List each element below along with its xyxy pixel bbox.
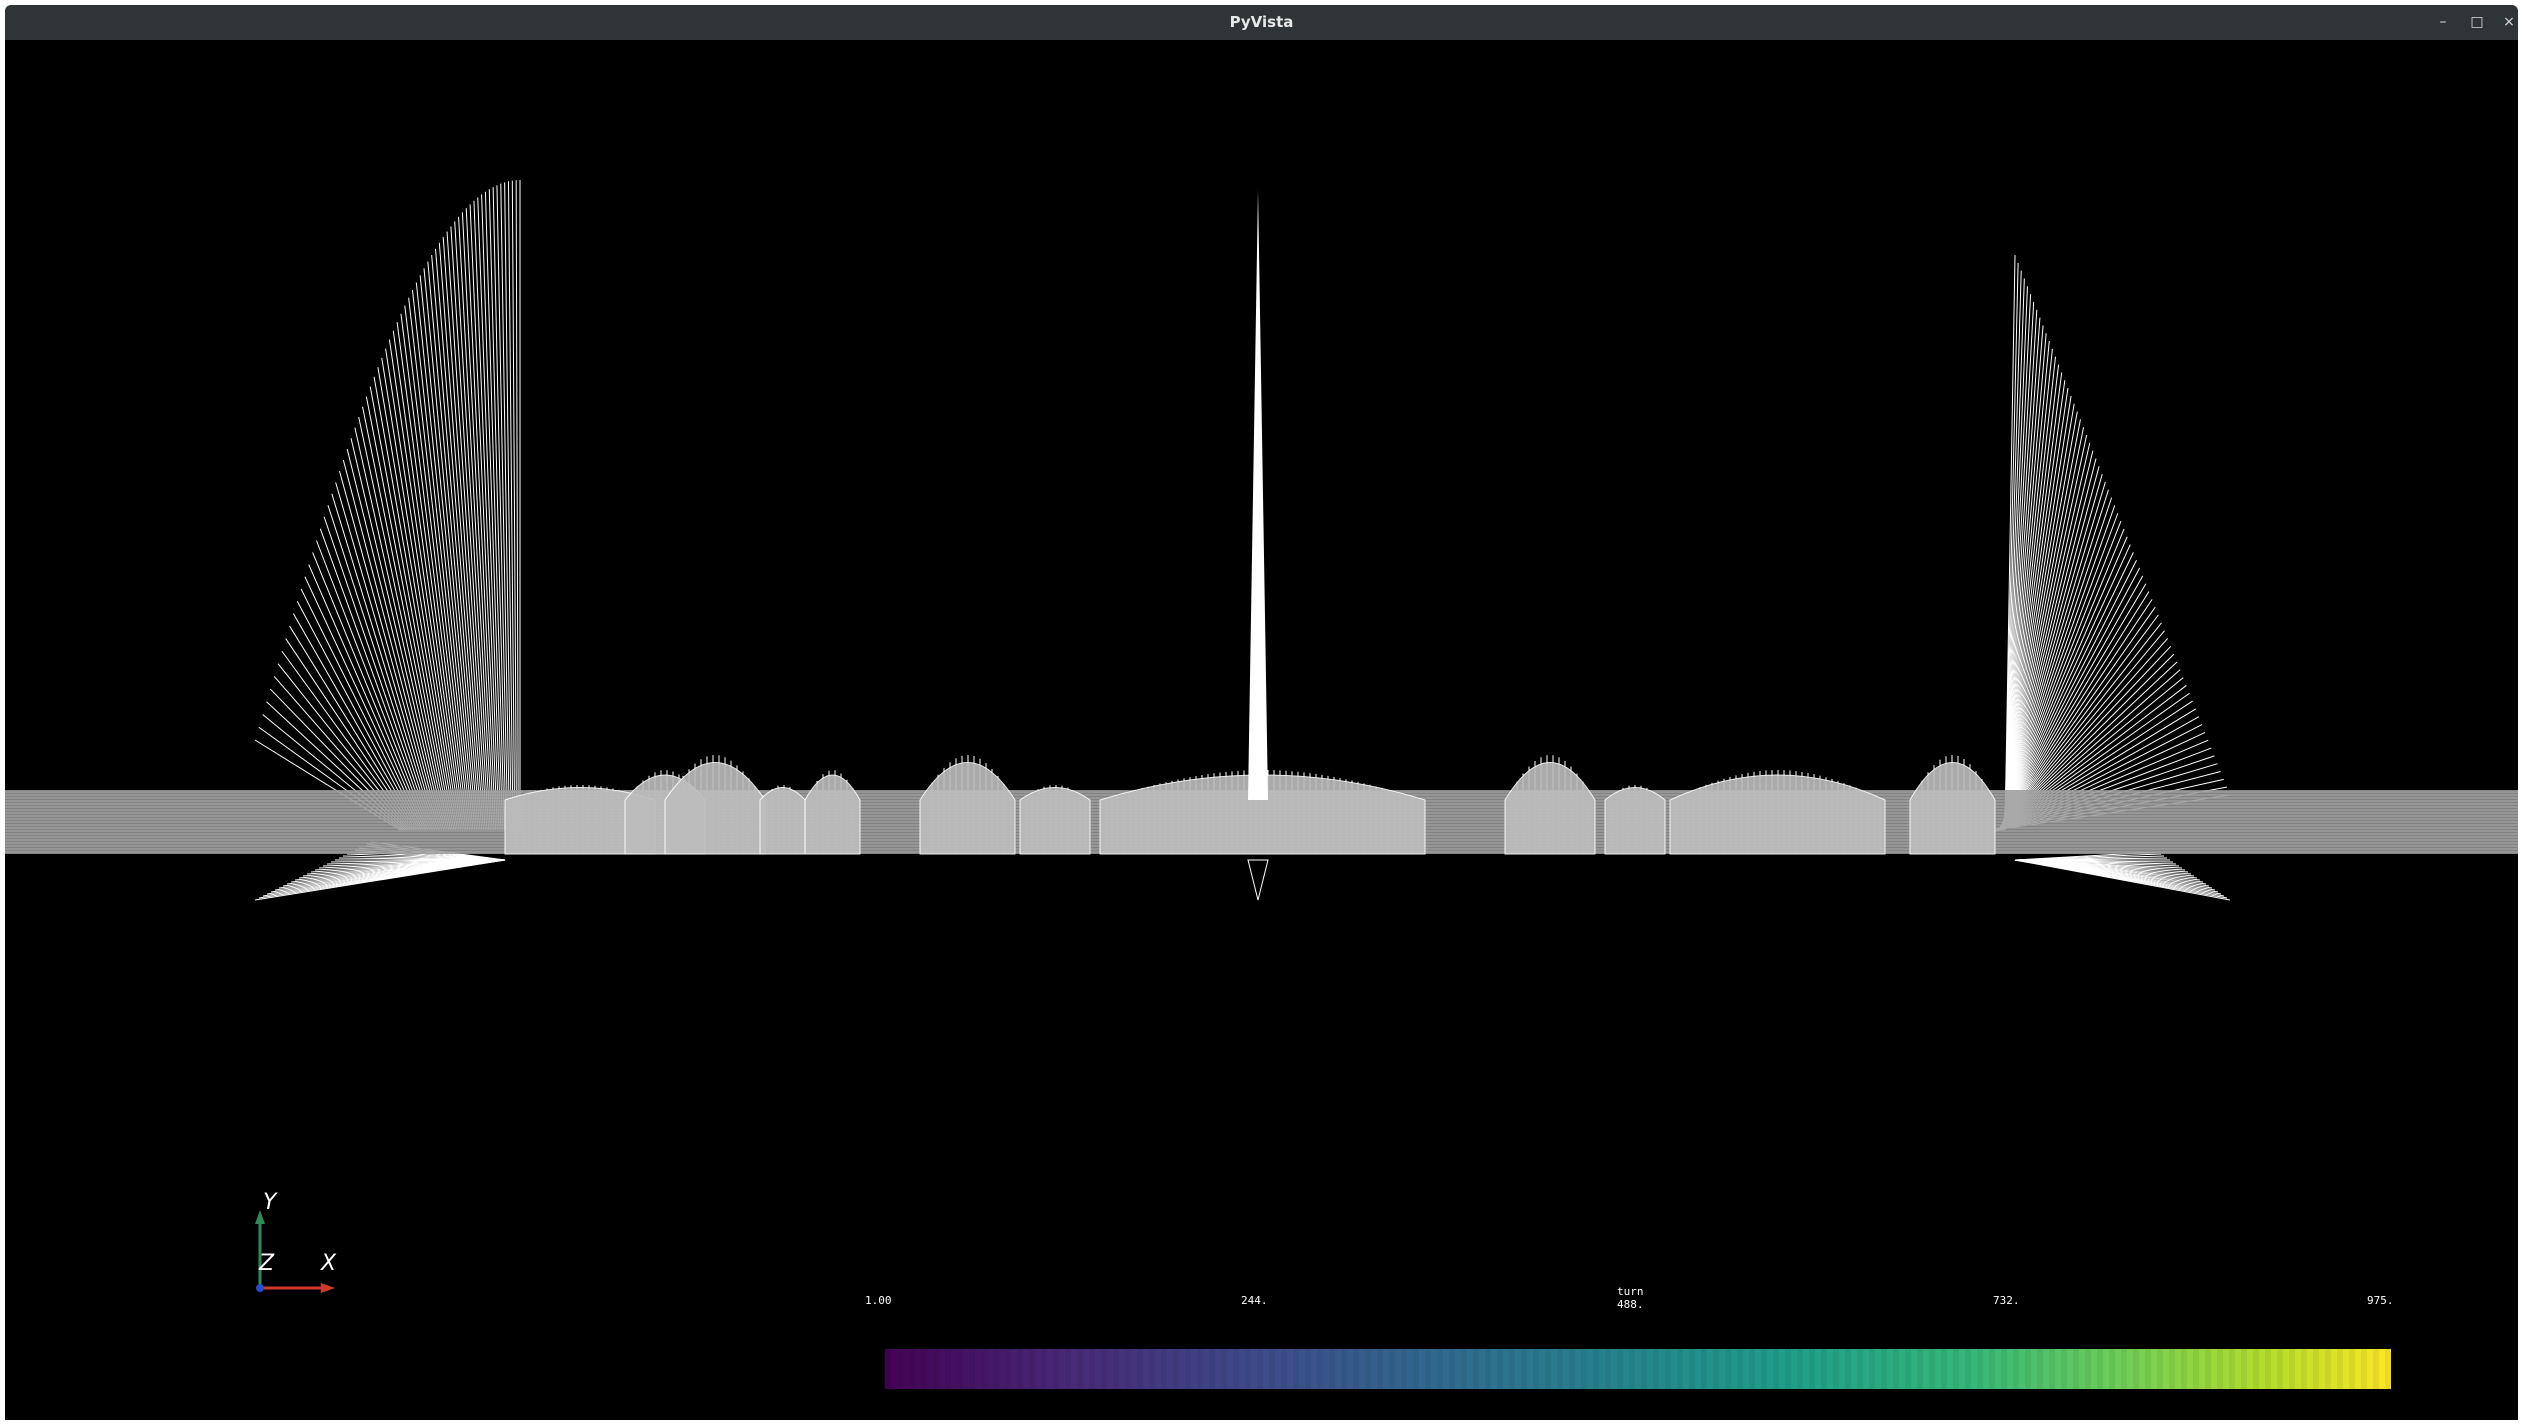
scalar-bar-tick-label: 732. [1993, 1294, 2020, 1307]
window-title: PyVista [1229, 13, 1294, 31]
left-fan-line [315, 540, 429, 831]
beam-element [1909, 762, 1996, 855]
left-fan-line [511, 180, 518, 831]
scalar-bar-title: turn [1617, 1285, 1644, 1298]
beam-element [1604, 787, 1666, 855]
left-fan-line [446, 231, 488, 831]
minimize-button[interactable]: – [2430, 9, 2456, 35]
scalar-bar-tick-label: 975. [2367, 1294, 2394, 1307]
left-fan-line [515, 180, 519, 831]
center-spike [1248, 190, 1268, 800]
beam-element [1019, 787, 1091, 855]
close-button[interactable]: × [2496, 9, 2522, 35]
beam-element [1669, 774, 1886, 855]
pyvista-window: PyVista – □ × Y Z X turn 1.00 244. 488. … [0, 0, 2523, 1427]
beam-element [1504, 762, 1596, 855]
render-viewport[interactable]: Y Z X turn 1.00 244. 488. 732. 975. [5, 40, 2518, 1420]
left-fan-line [346, 448, 443, 831]
beam-element [919, 762, 1016, 855]
scalar-bar-bands [885, 1349, 2391, 1389]
mesh-render[interactable] [5, 40, 2518, 1420]
beam-element [759, 787, 806, 855]
beam-element [664, 762, 766, 855]
left-fan-line [342, 459, 441, 831]
center-spike-bottom [1247, 859, 1269, 901]
scalar-bar-tick-label: 1.00 [865, 1294, 892, 1307]
title-bar[interactable]: PyVista – □ × [5, 5, 2518, 40]
beam-element [804, 774, 861, 855]
maximize-button[interactable]: □ [2464, 9, 2490, 35]
axis-label-z: Z [259, 1251, 275, 1276]
axis-label-x: X [321, 1251, 337, 1276]
axis-label-y: Y [263, 1190, 277, 1215]
axes-orientation-widget [255, 1210, 335, 1293]
scalar-bar-tick-label: 488. [1617, 1298, 1644, 1311]
scalar-bar-tick-label: 244. [1241, 1294, 1268, 1307]
